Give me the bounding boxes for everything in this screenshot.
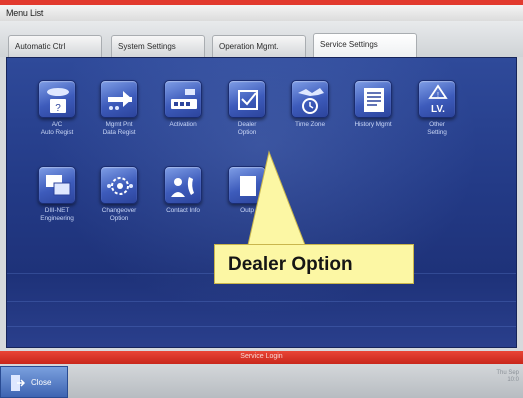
tile-label: Other — [429, 121, 445, 128]
tile-time-zone[interactable]: Time Zone — [279, 80, 341, 129]
tile-label: Changeover — [101, 207, 137, 214]
tab-bar: Automatic Ctrl System Settings Operation… — [0, 21, 523, 57]
time-zone-icon — [291, 80, 329, 118]
main-window: Menu List Automatic Ctrl System Settings… — [0, 0, 523, 398]
bottom-bar — [0, 364, 523, 398]
svg-text:LV.: LV. — [431, 104, 445, 115]
tile-label: Auto Regist — [40, 129, 74, 136]
tile-contact-info[interactable]: Contact Info — [152, 166, 214, 215]
panel-divider — [7, 301, 516, 302]
time-text: 10:0 — [507, 377, 519, 383]
tile-label: Time Zone — [295, 121, 325, 128]
output-icon — [228, 166, 266, 204]
svg-text:!: ! — [437, 92, 439, 99]
ac-auto-regist-icon: ? — [38, 80, 76, 118]
tile-label: Option — [237, 129, 257, 136]
tile-label: Contact Info — [166, 207, 200, 214]
status-bar: Service Login — [0, 351, 523, 364]
tile-ac-auto-regist[interactable]: ? A/C Auto Regist — [26, 80, 88, 137]
tile-label: DIII-NET — [44, 207, 70, 214]
tile-label: Mgmt Pnt — [105, 121, 133, 128]
tile-activation[interactable]: Activation — [152, 80, 214, 129]
callout-dealer-option: Dealer Option — [214, 244, 414, 284]
tile-dealer-option[interactable]: Dealer Option — [216, 80, 278, 137]
svg-text:?: ? — [55, 103, 61, 114]
tab-automatic-ctrl[interactable]: Automatic Ctrl — [8, 35, 102, 57]
activation-icon — [164, 80, 202, 118]
tile-label: Outp — [240, 207, 254, 214]
changeover-icon — [100, 166, 138, 204]
tab-system-settings[interactable]: System Settings — [111, 35, 205, 57]
tile-history-mgmt[interactable]: History Mgmt — [342, 80, 404, 129]
other-setting-icon: ! LV. — [418, 80, 456, 118]
exit-door-icon — [11, 375, 25, 391]
dealer-option-icon — [228, 80, 266, 118]
close-button[interactable]: Close — [0, 366, 68, 398]
window-title: Menu List — [0, 5, 523, 21]
tile-mgmt-data-regist[interactable]: Mgmt Pnt Data Regist — [88, 80, 150, 137]
tile-output[interactable]: Outp — [216, 166, 278, 215]
tile-label: A/C — [51, 121, 63, 128]
tile-label: Dealer — [237, 121, 257, 128]
tile-label: Activation — [169, 121, 197, 128]
diii-net-icon — [38, 166, 76, 204]
tile-label: Engineering — [40, 215, 74, 222]
date-text: Thu Sep — [496, 370, 519, 376]
panel-divider — [7, 326, 516, 327]
contact-info-icon — [164, 166, 202, 204]
menu-panel: ? A/C Auto Regist Mgmt Pnt Data Regist Act… — [6, 57, 517, 348]
history-mgmt-icon — [354, 80, 392, 118]
tile-diii-net-engineering[interactable]: DIII-NET Engineering — [26, 166, 88, 223]
tile-label: History Mgmt — [354, 121, 392, 128]
tile-other-setting[interactable]: ! LV. Other Setting — [406, 80, 468, 137]
close-label: Close — [31, 378, 52, 387]
tile-label: Setting — [427, 129, 447, 136]
tab-operation-mgmt[interactable]: Operation Mgmt. — [212, 35, 306, 57]
datetime-readout: Thu Sep 10:0 — [496, 370, 519, 384]
tile-changeover-option[interactable]: Changeover Option — [88, 166, 150, 223]
tab-service-settings[interactable]: Service Settings — [313, 33, 417, 57]
tile-label: Data Regist — [102, 129, 136, 136]
mgmt-data-regist-icon — [100, 80, 138, 118]
tile-label: Option — [109, 215, 129, 222]
